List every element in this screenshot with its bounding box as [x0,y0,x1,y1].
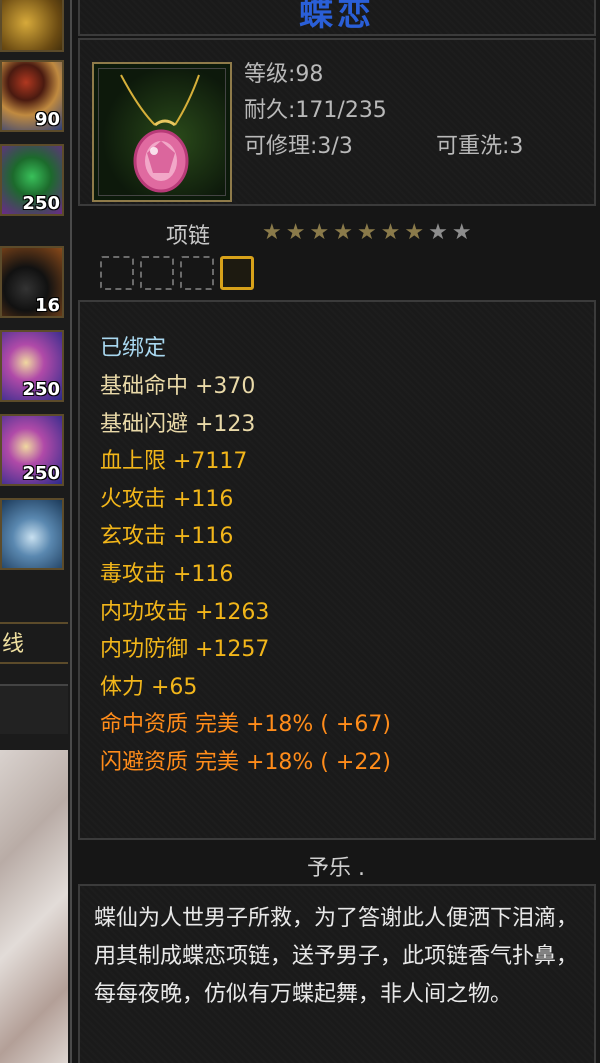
item-durability: 耐久:171/235 [244,98,387,123]
star-filled-icon: ★ [309,220,330,245]
attribute-line: 基础闪避 +123 [100,411,256,437]
star-filled-icon: ★ [380,220,401,245]
socket-active[interactable] [220,256,254,290]
attribute-line: 内功防御 +1257 [100,637,270,663]
item-summary: 等级:98 耐久:171/235 可修理:3/3 可重洗:3 [78,38,596,206]
bound-status: 已绑定 [100,336,167,361]
item-description-box: 蝶仙为人世男子所救，为了答谢此人便洒下泪滴，用其制成蝶恋项链，送予男子，此项链香… [78,884,596,1063]
star-rating: ★ ★ ★ ★ ★ ★ ★ ★ ★ [262,222,472,244]
necklace-icon [98,68,226,196]
star-filled-icon: ★ [333,220,353,245]
inventory-bar [0,684,68,734]
inventory-slot-scroll-item[interactable]: 250 [0,414,64,486]
inventory-category-label[interactable]: 线 [0,622,68,664]
item-author: 予乐 . [307,856,365,881]
inventory-slot-scroll-item[interactable]: 250 [0,330,64,402]
socket-empty[interactable] [180,256,214,290]
inventory-count: 250 [22,463,60,484]
attribute-line: 体力 +65 [100,674,198,700]
star-filled-icon: ★ [356,220,377,245]
item-header: 蝶恋 [78,0,596,36]
inventory-slot-ball-item[interactable]: 90 [0,60,64,132]
inventory-count: 90 [34,109,60,130]
inventory-slot-gold-item[interactable] [0,0,64,52]
star-empty-icon: ★ [428,220,448,245]
inventory-strip: 90 250 16 250 250 线 [0,0,70,1063]
star-filled-icon: ★ [262,220,282,245]
socket-row [100,256,254,290]
item-description: 蝶仙为人世男子所救，为了答谢此人便洒下泪滴，用其制成蝶恋项链，送予男子，此项链香… [94,906,579,1007]
star-empty-icon: ★ [451,220,472,245]
background-marble [0,750,68,1063]
attribute-line: 内功攻击 +1263 [100,599,270,625]
inventory-slot-bomb-item[interactable]: 16 [0,246,64,318]
item-level: 等级:98 [244,62,324,87]
inventory-slot-mount-item[interactable] [0,498,64,570]
item-repairable: 可修理:3/3 [244,134,353,159]
item-icon-frame [92,62,232,202]
item-tooltip: 蝶恋 等级:98 耐久:171/235 可修理:3/3 可重洗:3 项链 ★ ★… [70,0,600,1063]
attribute-line: 火攻击 +116 [100,486,234,512]
attribute-line: 闪避资质 完美 +18% ( +22) [100,750,391,775]
star-filled-icon: ★ [404,220,425,245]
star-filled-icon: ★ [285,220,306,245]
item-type: 项链 [166,224,211,249]
socket-empty[interactable] [140,256,174,290]
item-name: 蝶恋 [299,0,375,34]
attribute-line: 命中资质 完美 +18% ( +67) [100,712,391,738]
inventory-count: 250 [22,193,60,214]
attribute-line: 毒攻击 +116 [100,562,234,587]
item-rewash: 可重洗:3 [436,134,524,159]
attribute-line: 血上限 +7117 [100,449,248,475]
inventory-slot-jade-item[interactable]: 250 [0,144,64,216]
attribute-line: 玄攻击 +116 [100,524,234,550]
item-attributes: 已绑定 基础命中 +370 基础闪避 +123 血上限 +7117 火攻击 +116 玄… [78,300,596,840]
inventory-count: 250 [22,379,60,400]
socket-empty[interactable] [100,256,134,290]
attribute-line: 基础命中 +370 [100,374,256,399]
inventory-count: 16 [34,295,60,316]
